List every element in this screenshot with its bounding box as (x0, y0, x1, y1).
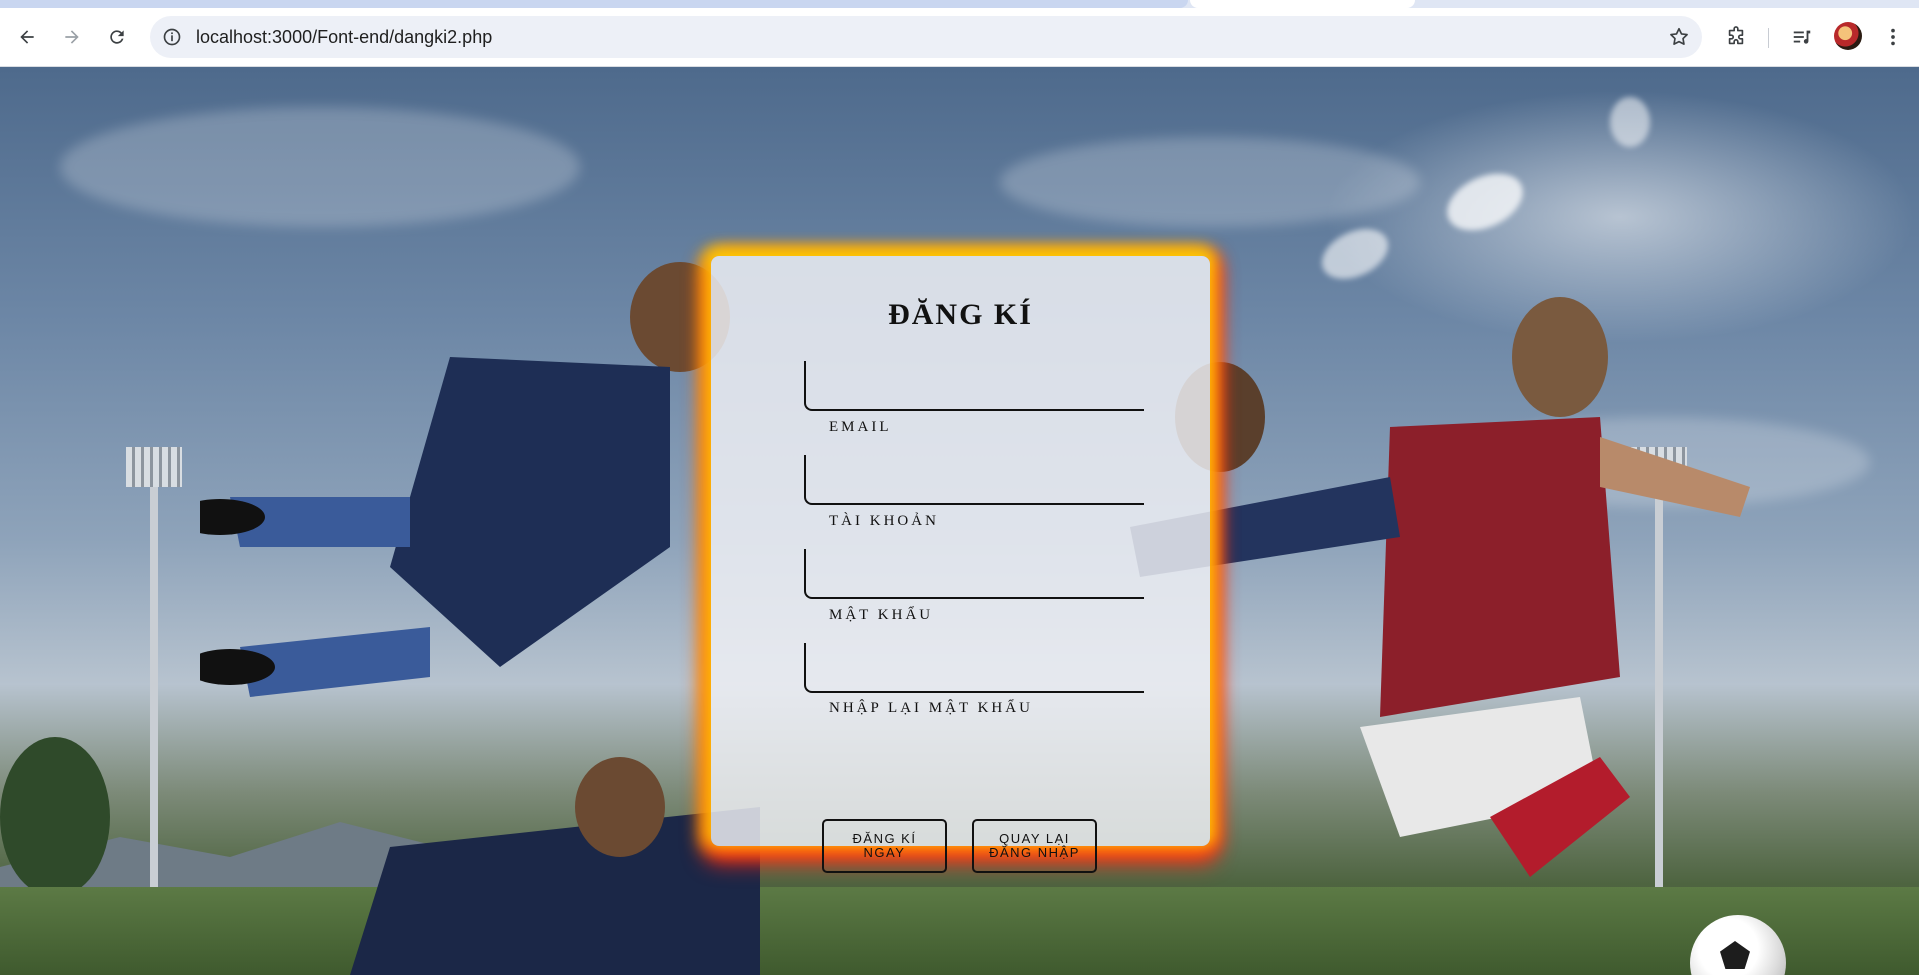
floodlight-left (126, 447, 182, 487)
register-card: ĐĂNG KÍ EMAIL TÀI KHOẢN MẬT KHẨU NHẬP LẠ… (711, 256, 1210, 873)
reload-button[interactable] (100, 20, 134, 54)
username-input[interactable] (804, 549, 1144, 599)
browser-toolbar: localhost:3000/Font-end/dangki2.php (0, 8, 1919, 67)
register-now-label: ĐĂNG KÍ NGAY (852, 831, 917, 860)
email-input[interactable] (804, 455, 1144, 505)
profile-avatar[interactable] (1834, 22, 1862, 50)
address-bar[interactable]: localhost:3000/Font-end/dangki2.php (150, 16, 1702, 58)
register-title: ĐĂNG KÍ (888, 298, 1033, 331)
active-tab[interactable] (1190, 0, 1415, 8)
back-to-login-button[interactable]: QUAY LẠI ĐĂNG NHẬP (972, 819, 1097, 873)
browser-menu-button[interactable] (1876, 20, 1910, 54)
media-control-icon (1793, 30, 1811, 44)
kebab-menu-icon (1891, 28, 1895, 46)
register-now-button[interactable]: ĐĂNG KÍ NGAY (822, 819, 947, 873)
media-control-button[interactable] (1785, 20, 1819, 54)
field-3[interactable] (804, 549, 1144, 599)
password-input[interactable] (804, 643, 1144, 693)
arrow-right-icon (65, 30, 79, 44)
player-red-team (1130, 297, 1750, 877)
url-text[interactable]: localhost:3000/Font-end/dangki2.php (196, 16, 492, 58)
password-label: MẬT KHẨU (829, 607, 934, 623)
star-icon[interactable] (1668, 26, 1690, 48)
puzzle-icon (1728, 26, 1744, 45)
page-viewport: ĐĂNG KÍ EMAIL TÀI KHOẢN MẬT KHẨU NHẬP LẠ… (0, 67, 1919, 975)
field-1[interactable] (804, 361, 1144, 411)
back-button[interactable] (10, 20, 44, 54)
extensions-button[interactable] (1719, 20, 1753, 54)
tab-strip (0, 0, 1919, 8)
reload-icon (110, 30, 124, 44)
info-icon[interactable] (162, 27, 182, 47)
arrow-left-icon (20, 30, 34, 44)
email-label: EMAIL (829, 419, 892, 435)
back-to-login-label: QUAY LẠI ĐĂNG NHẬP (989, 831, 1080, 860)
toolbar-divider (1768, 28, 1769, 48)
tab-background (0, 0, 1188, 8)
field-4[interactable] (804, 643, 1144, 693)
players-blue-team (200, 262, 760, 975)
username-label: TÀI KHOẢN (829, 513, 939, 529)
name-input[interactable] (804, 361, 1144, 411)
floodlight-tower-left (150, 487, 158, 907)
confirm-password-label: NHẬP LẠI MẬT KHẨU (829, 700, 1033, 716)
field-2[interactable] (804, 455, 1144, 505)
forward-button[interactable] (55, 20, 89, 54)
